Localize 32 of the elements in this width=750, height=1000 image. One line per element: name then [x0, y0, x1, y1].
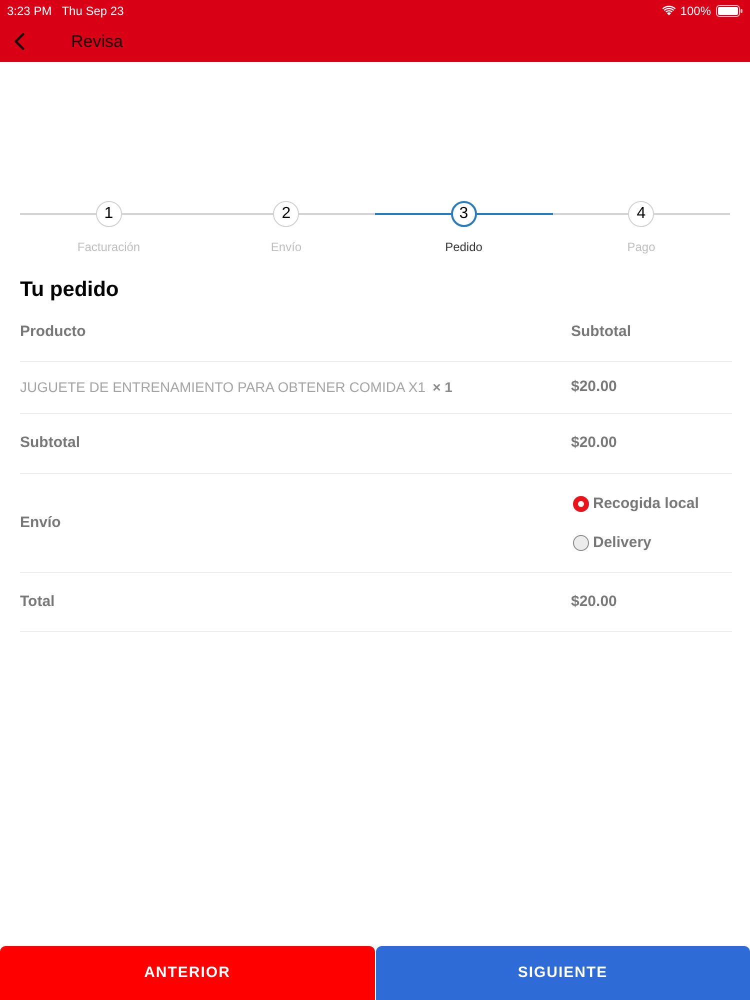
header-title: Revisa — [71, 30, 123, 53]
subtotal-value: $20.00 — [571, 433, 617, 454]
next-button[interactable]: SIGUIENTE — [376, 946, 750, 1000]
radio-button[interactable] — [573, 496, 589, 512]
battery-percent: 100% — [680, 2, 711, 20]
step-number: 1 — [96, 201, 122, 227]
column-header: Producto — [20, 322, 86, 342]
status-time: 3:23 PM — [7, 2, 52, 20]
total-value: $20.00 — [571, 592, 617, 612]
product-name: JUGUETE DE ENTRENAMIENTO PARA OBTENER COMIDA X1 — [20, 378, 426, 397]
option-label[interactable]: Recogida local — [593, 492, 699, 516]
option-label[interactable]: Delivery — [593, 532, 652, 554]
previous-button[interactable]: ANTERIOR — [0, 946, 374, 1000]
step-label: Pago — [627, 239, 656, 256]
column-header: Subtotal — [571, 322, 631, 342]
step-label: Facturación — [77, 239, 140, 256]
wifi-icon — [662, 5, 676, 16]
total-label: Total — [20, 592, 55, 612]
subtotal-label: Subtotal — [20, 433, 80, 454]
step-label: Pedido — [445, 239, 482, 256]
status-date: Thu Sep 23 — [62, 2, 124, 20]
chevron-left-icon — [14, 32, 24, 51]
radio-button[interactable] — [573, 535, 589, 551]
section-title: Tu pedido — [20, 277, 119, 303]
shipping-label: Envío — [20, 512, 61, 533]
product-quantity: × 1 — [432, 378, 452, 397]
step-number: 4 — [628, 201, 654, 227]
step-number: 3 — [450, 201, 477, 227]
product-price: $20.00 — [571, 377, 617, 398]
battery-icon — [716, 4, 743, 16]
step-label: Envío — [270, 239, 302, 256]
step-number: 2 — [273, 201, 300, 227]
